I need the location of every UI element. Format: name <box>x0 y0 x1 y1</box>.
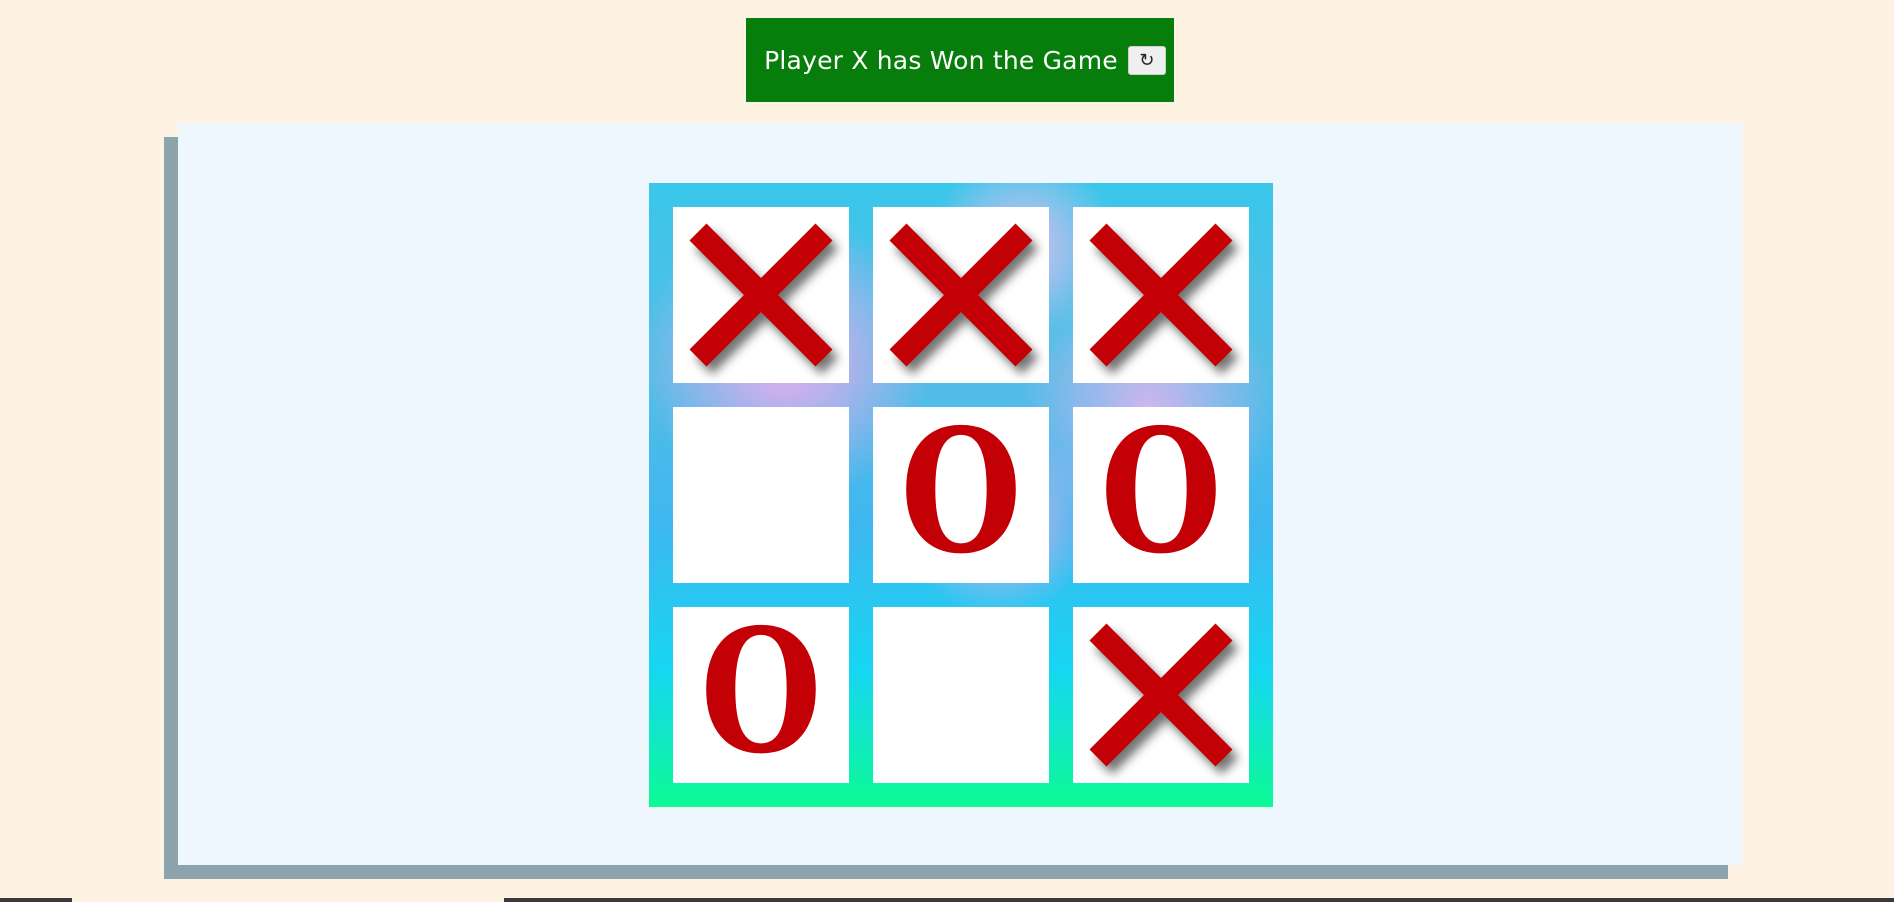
game-status-message: Player X has Won the Game <box>764 45 1118 75</box>
game-status-banner: Player X has Won the Game ↻ <box>746 18 1174 102</box>
o-mark: O <box>700 592 822 792</box>
x-mark <box>1089 223 1233 367</box>
restart-button[interactable]: ↻ <box>1127 45 1166 75</box>
board-cell-8-empty[interactable] <box>873 607 1049 783</box>
o-mark: O <box>1100 392 1222 592</box>
tic-tac-toe-board: O O O <box>649 183 1273 807</box>
board-cell-9[interactable] <box>1073 607 1249 783</box>
bottom-divider-right <box>504 898 1894 902</box>
board-cell-6[interactable]: O <box>1073 407 1249 583</box>
x-mark <box>689 223 833 367</box>
board-cell-3[interactable] <box>1073 207 1249 383</box>
bottom-divider-left <box>0 898 72 902</box>
x-mark <box>1089 623 1233 767</box>
board-cell-7[interactable]: O <box>673 607 849 783</box>
board-cell-2[interactable] <box>873 207 1049 383</box>
board-cell-4-empty[interactable] <box>673 407 849 583</box>
board-cell-1[interactable] <box>673 207 849 383</box>
board-cell-5[interactable]: O <box>873 407 1049 583</box>
x-mark <box>889 223 1033 367</box>
o-mark: O <box>900 392 1022 592</box>
